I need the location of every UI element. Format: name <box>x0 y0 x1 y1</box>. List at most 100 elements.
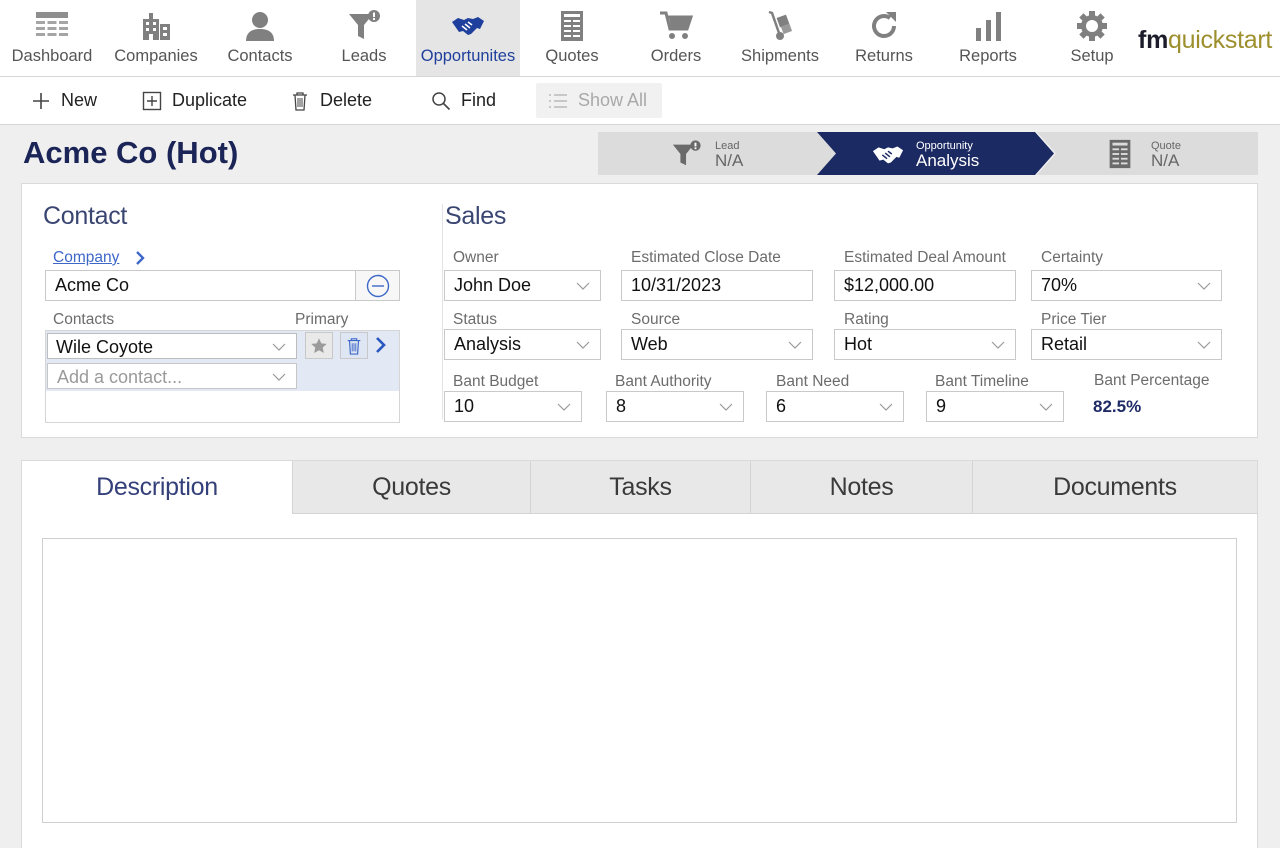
list-icon <box>549 93 567 108</box>
bant-authority-value: 8 <box>616 396 627 416</box>
nav-leads[interactable]: Leads <box>312 0 416 76</box>
new-button[interactable]: New <box>31 83 97 118</box>
bant-authority-select[interactable]: 8 <box>606 391 744 422</box>
company-link[interactable]: Company <box>53 249 119 267</box>
chevron-down-icon <box>788 341 802 349</box>
add-contact-placeholder: Add a contact... <box>57 367 183 387</box>
shipments-icon <box>728 10 832 42</box>
tab-tasks[interactable]: Tasks <box>530 461 750 514</box>
certainty-label: Certainty <box>1041 249 1104 266</box>
section-divider <box>442 204 443 419</box>
nav-label: Orders <box>650 47 702 65</box>
nav-setup[interactable]: Setup <box>1040 0 1144 76</box>
nav-label: Dashboard <box>11 47 93 65</box>
chevron-right-icon[interactable] <box>133 250 147 266</box>
duplicate-button[interactable]: Duplicate <box>142 83 247 118</box>
opportunity-details-panel: Contact Company Acme Co Contacts Primary… <box>21 183 1258 438</box>
price-tier-select[interactable]: Retail <box>1031 329 1222 360</box>
bant-budget-select[interactable]: 10 <box>444 391 582 422</box>
nav-reports[interactable]: Reports <box>936 0 1040 76</box>
add-contact-select[interactable]: Add a contact... <box>47 363 297 389</box>
source-select[interactable]: Web <box>621 329 813 360</box>
bant-timeline-select[interactable]: 9 <box>926 391 1064 422</box>
owner-select[interactable]: John Doe <box>444 270 601 301</box>
contact-select[interactable]: Wile Coyote <box>47 333 297 359</box>
sales-section-title: Sales <box>445 202 507 230</box>
stage-lead[interactable]: Lead N/A <box>598 132 838 175</box>
close-date-field[interactable]: 10/31/2023 <box>621 270 813 301</box>
leads-icon <box>672 140 701 166</box>
handshake-icon <box>872 146 904 164</box>
nav-label: Setup <box>1070 47 1114 65</box>
chevron-down-icon <box>576 341 590 349</box>
deal-amount-field[interactable]: $12,000.00 <box>834 270 1016 301</box>
tab-quotes[interactable]: Quotes <box>292 461 530 514</box>
nav-label: Opportunites <box>420 47 516 65</box>
nav-label: Companies <box>114 47 198 65</box>
stage-quote[interactable]: Quote N/A <box>1037 132 1258 175</box>
status-value: Analysis <box>454 334 522 354</box>
deal-amount-label: Estimated Deal Amount <box>844 249 1006 266</box>
brand-logo: fmquickstart <box>1138 26 1272 54</box>
tab-description[interactable]: Description <box>22 461 292 514</box>
rating-label: Rating <box>844 311 889 328</box>
bant-percentage-value: 82.5% <box>1093 397 1142 416</box>
stage-value: N/A <box>715 151 744 170</box>
company-field[interactable]: Acme Co <box>45 270 356 301</box>
nav-shipments[interactable]: Shipments <box>728 0 832 76</box>
delete-contact-button[interactable] <box>340 332 368 359</box>
primary-star-button[interactable] <box>305 332 333 359</box>
bant-timeline-value: 9 <box>936 396 947 416</box>
delete-button[interactable]: Delete <box>290 83 372 118</box>
returns-icon <box>832 10 936 42</box>
clear-company-button[interactable] <box>355 270 400 301</box>
bant-budget-value: 10 <box>454 396 475 416</box>
trash-icon <box>347 337 361 355</box>
bant-need-select[interactable]: 6 <box>766 391 904 422</box>
nav-quotes[interactable]: Quotes <box>520 0 624 76</box>
certainty-select[interactable]: 70% <box>1031 270 1222 301</box>
tab-documents[interactable]: Documents <box>972 461 1257 514</box>
companies-icon <box>104 10 208 42</box>
rating-select[interactable]: Hot <box>834 329 1016 360</box>
chevron-down-icon <box>557 403 571 411</box>
tab-notes[interactable]: Notes <box>750 461 972 514</box>
rating-value: Hot <box>844 334 873 354</box>
new-label: New <box>61 90 98 110</box>
record-toolbar: New Duplicate Delete Find Show All <box>0 77 1280 125</box>
nav-returns[interactable]: Returns <box>832 0 936 76</box>
contacts-label: Contacts <box>53 311 115 328</box>
tabs-panel: Description Quotes Tasks Notes Documents <box>21 460 1258 848</box>
bant-need-value: 6 <box>776 396 787 416</box>
nav-opportunities[interactable]: Opportunites <box>416 0 520 76</box>
leads-icon <box>312 10 416 42</box>
nav-dashboard[interactable]: Dashboard <box>0 0 104 76</box>
show-all-button[interactable]: Show All <box>536 83 662 118</box>
chevron-right-icon[interactable] <box>374 336 388 354</box>
find-button[interactable]: Find <box>431 83 496 118</box>
owner-label: Owner <box>453 249 499 266</box>
price-tier-value: Retail <box>1041 334 1088 354</box>
quotes-icon <box>520 10 624 42</box>
nav-orders[interactable]: Orders <box>624 0 728 76</box>
source-label: Source <box>631 311 681 328</box>
status-select[interactable]: Analysis <box>444 329 601 360</box>
chevron-down-icon <box>272 343 286 351</box>
stage-value: N/A <box>1151 151 1180 170</box>
bant-timeline-label: Bant Timeline <box>935 373 1029 390</box>
price-tier-label: Price Tier <box>1041 311 1107 328</box>
trash-icon <box>293 91 307 111</box>
find-label: Find <box>461 90 497 110</box>
contact-section-title: Contact <box>43 202 128 230</box>
search-icon <box>432 91 451 110</box>
nav-contacts[interactable]: Contacts <box>208 0 312 76</box>
bant-need-label: Bant Need <box>776 373 850 390</box>
description-textarea[interactable] <box>42 538 1237 823</box>
primary-label: Primary <box>295 311 349 328</box>
dashboard-icon <box>0 10 104 42</box>
opportunities-icon <box>416 10 520 42</box>
nav-companies[interactable]: Companies <box>104 0 208 76</box>
chevron-down-icon <box>576 282 590 290</box>
owner-value: John Doe <box>454 275 532 295</box>
stage-opportunity[interactable]: Opportunity Analysis <box>817 132 1057 175</box>
